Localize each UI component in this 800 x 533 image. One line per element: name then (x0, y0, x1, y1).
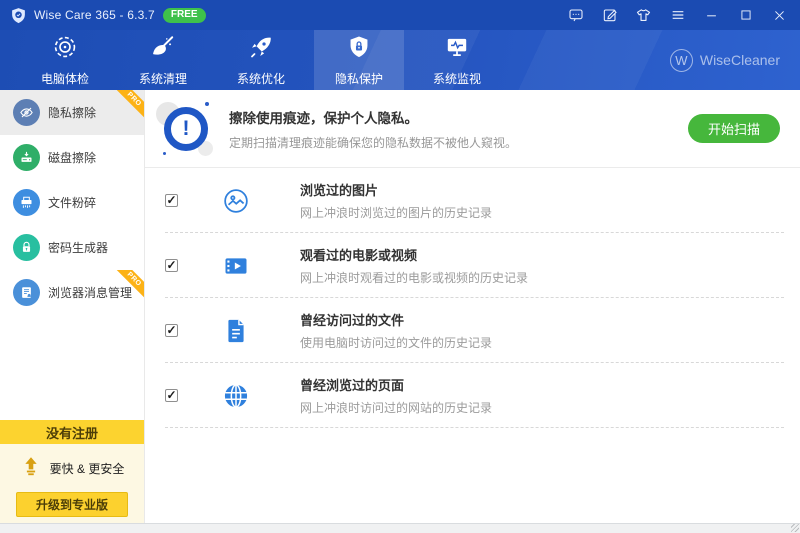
trace-category-list: 浏览过的图片 网上冲浪时浏览过的图片的历史记录 观看过的电影或视频 网上冲浪时观… (145, 168, 800, 523)
sidebar-item-disk-eraser[interactable]: 磁盘擦除 (0, 135, 144, 180)
pc-checkup-icon (52, 34, 78, 65)
image-icon (222, 187, 250, 215)
upgrade-to-pro-button[interactable]: 升级到专业版 (16, 492, 128, 517)
panel-header: ! 擦除使用痕迹，保护个人隐私。 定期扫描清理痕迹能确保您的隐私数据不被他人窥视… (145, 90, 800, 168)
tab-system-clean[interactable]: 系统清理 (118, 30, 208, 90)
sidebar-item-privacy-eraser[interactable]: 隐私擦除 PRO (0, 90, 144, 135)
tab-label: 系统优化 (237, 70, 285, 87)
list-item-accessed-files[interactable]: 曾经访问过的文件 使用电脑时访问过的文件的历史记录 (145, 298, 800, 363)
start-scan-button[interactable]: 开始扫描 (688, 114, 780, 143)
alert-circle-icon: ! (157, 100, 215, 158)
tab-system-monitor[interactable]: 系统监视 (412, 30, 502, 90)
status-bar (0, 523, 800, 533)
edit-icon[interactable] (601, 7, 618, 24)
rocket-icon (248, 34, 274, 65)
file-shredder-icon (13, 189, 40, 216)
upgrade-promo: 要快 & 更安全 升级到专业版 (0, 444, 144, 523)
video-icon (222, 252, 250, 280)
sidebar-item-label: 密码生成器 (48, 239, 108, 256)
pro-ribbon: PRO (113, 90, 144, 120)
sidebar-spacer (0, 315, 144, 420)
panel-title: 擦除使用痕迹，保护个人隐私。 (229, 107, 517, 127)
sidebar-item-label: 浏览器消息管理 (48, 284, 132, 301)
tab-label: 系统监视 (433, 70, 481, 87)
panel-subtitle: 定期扫描清理痕迹能确保您的隐私数据不被他人窥视。 (229, 134, 517, 151)
item-description: 网上冲浪时访问过的网站的历史记录 (300, 399, 492, 416)
list-item-browsed-images[interactable]: 浏览过的图片 网上冲浪时浏览过的图片的历史记录 (145, 168, 800, 233)
sidebar-item-file-shredder[interactable]: 文件粉碎 (0, 180, 144, 225)
monitor-icon (444, 34, 470, 65)
eye-off-icon (13, 99, 40, 126)
title-bar: Wise Care 365 - 6.3.7 FREE (0, 0, 800, 30)
wisecleaner-brand[interactable]: W WiseCleaner (670, 30, 780, 90)
sidebar-item-label: 文件粉碎 (48, 194, 96, 211)
tab-privacy-protect[interactable]: 隐私保护 (314, 30, 404, 90)
tab-label: 系统清理 (139, 70, 187, 87)
privacy-eraser-panel: ! 擦除使用痕迹，保护个人隐私。 定期扫描清理痕迹能确保您的隐私数据不被他人窥视… (145, 90, 800, 523)
item-title: 浏览过的图片 (300, 180, 492, 199)
sidebar-item-password-generator[interactable]: 密码生成器 (0, 225, 144, 270)
skin-icon[interactable] (635, 7, 652, 24)
item-description: 使用电脑时访问过的文件的历史记录 (300, 334, 492, 351)
item-title: 曾经访问过的文件 (300, 310, 492, 329)
not-registered-banner: 没有注册 (0, 420, 144, 444)
upgrade-arrow-icon (20, 455, 42, 482)
close-icon[interactable] (771, 7, 788, 24)
resize-grip-icon[interactable] (791, 524, 799, 532)
shield-lock-icon (346, 34, 372, 65)
watched-videos-checkbox[interactable] (165, 259, 178, 272)
item-description: 网上冲浪时观看过的电影或视频的历史记录 (300, 269, 528, 286)
broom-icon (150, 34, 176, 65)
tab-label: 电脑体检 (41, 70, 89, 87)
sidebar-item-label: 磁盘擦除 (48, 149, 96, 166)
maximize-icon[interactable] (737, 7, 754, 24)
free-badge[interactable]: FREE (163, 8, 206, 23)
app-shield-icon (10, 7, 27, 24)
minimize-icon[interactable] (703, 7, 720, 24)
tab-label: 隐私保护 (335, 70, 383, 87)
sidebar: 隐私擦除 PRO 磁盘擦除 文件粉碎 密码生成器 (0, 90, 145, 523)
globe-icon (222, 382, 250, 410)
browsed-images-checkbox[interactable] (165, 194, 178, 207)
sidebar-item-label: 隐私擦除 (48, 104, 96, 121)
sidebar-item-browser-message-manager[interactable]: 浏览器消息管理 PRO (0, 270, 144, 315)
visited-pages-checkbox[interactable] (165, 389, 178, 402)
wisecleaner-logo-icon: W (670, 49, 693, 72)
menu-icon[interactable] (669, 7, 686, 24)
list-item-visited-pages[interactable]: 曾经浏览过的页面 网上冲浪时访问过的网站的历史记录 (145, 363, 800, 428)
browser-message-icon (13, 279, 40, 306)
item-description: 网上冲浪时浏览过的图片的历史记录 (300, 204, 492, 221)
main-navigation: 电脑体检 系统清理 系统优化 隐私保护 系统监视 W (0, 30, 800, 90)
item-title: 观看过的电影或视频 (300, 245, 528, 264)
item-title: 曾经浏览过的页面 (300, 375, 492, 394)
promo-text: 要快 & 更安全 (50, 460, 125, 477)
tab-system-optimize[interactable]: 系统优化 (216, 30, 306, 90)
file-icon (222, 317, 250, 345)
accessed-files-checkbox[interactable] (165, 324, 178, 337)
tab-pc-checkup[interactable]: 电脑体检 (20, 30, 110, 90)
disk-erase-icon (13, 144, 40, 171)
feedback-icon[interactable] (567, 7, 584, 24)
app-window: Wise Care 365 - 6.3.7 FREE (0, 0, 800, 533)
password-lock-icon (13, 234, 40, 261)
list-item-watched-videos[interactable]: 观看过的电影或视频 网上冲浪时观看过的电影或视频的历史记录 (145, 233, 800, 298)
brand-name: WiseCleaner (700, 52, 780, 68)
window-title: Wise Care 365 - 6.3.7 (34, 8, 155, 22)
